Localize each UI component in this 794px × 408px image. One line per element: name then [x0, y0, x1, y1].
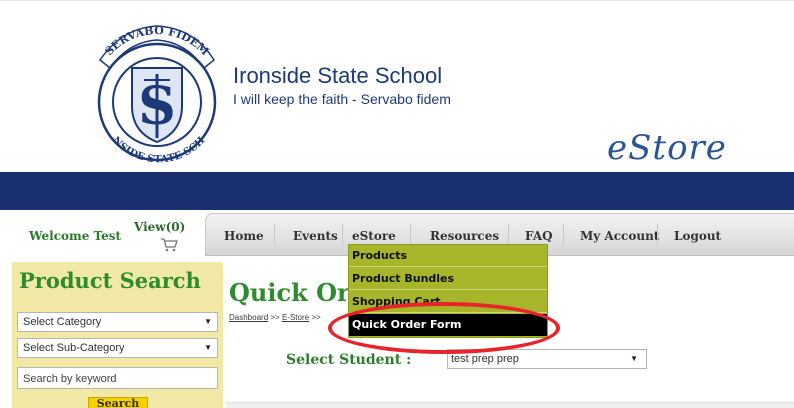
school-crest-logo[interactable]: S SERVABO FIDEM IRONSIDE STATE SCHOOL: [82, 20, 232, 170]
nav-estore[interactable]: eStore: [352, 229, 396, 243]
breadcrumb: Dashboard >> E-Store >>: [229, 313, 321, 322]
nav-divider: [657, 224, 658, 246]
select-student-label: Select Student :: [286, 352, 412, 368]
nav-divider: [563, 224, 564, 246]
nav-divider: [274, 224, 275, 246]
welcome-text: Welcome Test: [29, 229, 121, 243]
keyword-search-input[interactable]: Search by keyword: [17, 367, 218, 389]
search-button[interactable]: Search: [88, 397, 148, 408]
subcategory-select[interactable]: Select Sub-Category ▼: [17, 338, 218, 358]
breadcrumb-separator: >>: [270, 313, 280, 322]
content-area-edge: [226, 402, 794, 408]
menu-item-products[interactable]: Products: [349, 245, 547, 267]
red-highlight-circle: [328, 302, 560, 354]
nav-divider: [508, 224, 509, 246]
student-select-value: test prep prep: [451, 353, 519, 365]
view-cart-link[interactable]: View(0): [134, 220, 185, 234]
nav-divider: [342, 224, 343, 246]
header-blue-bar: [0, 172, 794, 210]
nav-logout[interactable]: Logout: [674, 229, 721, 243]
breadcrumb-separator: >>: [311, 313, 321, 322]
menu-item-product-bundles[interactable]: Product Bundles: [349, 268, 547, 290]
nav-divider: [410, 224, 411, 246]
nav-resources[interactable]: Resources: [430, 229, 499, 243]
nav-home[interactable]: Home: [224, 229, 264, 243]
product-search-title: Product Search: [19, 268, 201, 293]
chevron-down-icon: ▼: [204, 343, 212, 352]
top-border: [0, 0, 794, 1]
school-motto: I will keep the faith - Servabo fidem: [233, 91, 451, 107]
category-select-value: Select Category: [23, 316, 102, 328]
breadcrumb-estore[interactable]: E-Store: [282, 313, 309, 322]
shopping-cart-icon[interactable]: [160, 238, 178, 252]
estore-logo[interactable]: eStore: [607, 128, 727, 168]
chevron-down-icon: ▼: [204, 317, 212, 326]
category-select[interactable]: Select Category ▼: [17, 312, 218, 332]
nav-my-account[interactable]: My Account: [580, 229, 659, 243]
chevron-down-icon: ▼: [630, 354, 638, 363]
nav-faq[interactable]: FAQ: [525, 229, 553, 243]
school-name: Ironside State School: [233, 63, 443, 88]
nav-events[interactable]: Events: [293, 229, 338, 243]
subcategory-select-value: Select Sub-Category: [23, 342, 125, 354]
breadcrumb-dashboard[interactable]: Dashboard: [229, 313, 268, 322]
